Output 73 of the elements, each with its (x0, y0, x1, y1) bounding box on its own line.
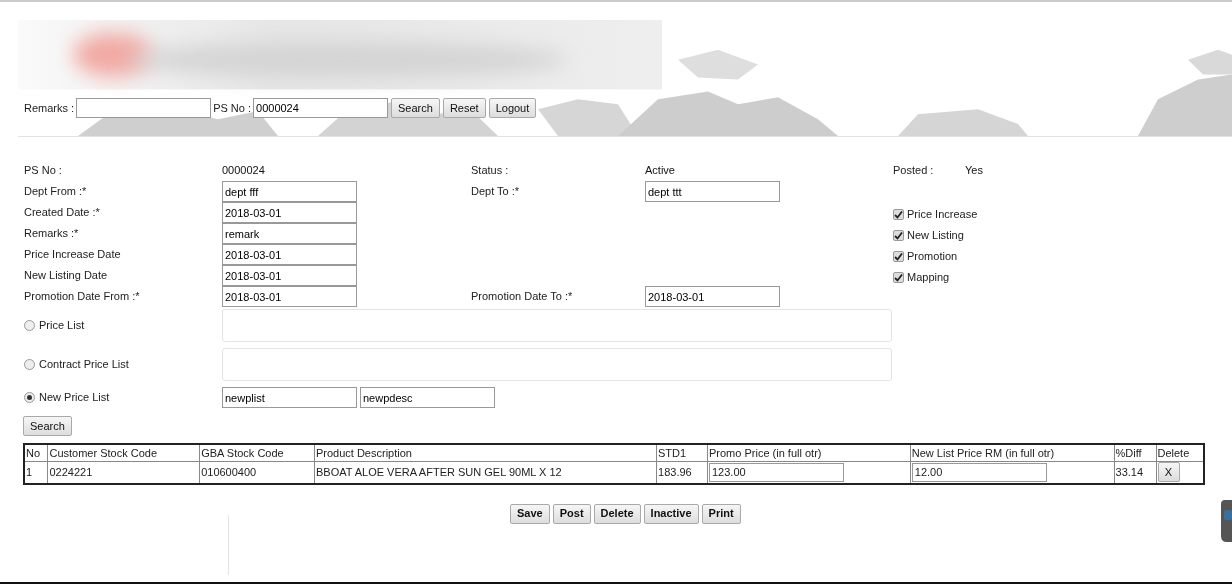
checkbox[interactable] (893, 251, 904, 262)
action-button[interactable]: Delete (593, 503, 641, 524)
delete-row-button[interactable]: X (1157, 462, 1180, 483)
table-cell: 183.96 (656, 461, 708, 484)
column-header: GBA Stock Code (199, 443, 315, 462)
column-header: No (24, 443, 48, 462)
table-cell: 010600400 (199, 461, 315, 484)
checkbox[interactable] (893, 230, 904, 241)
field-label: PS No : (24, 163, 63, 179)
radio-button[interactable] (24, 392, 35, 403)
check-icon (894, 252, 903, 261)
action-button[interactable]: Inactive (643, 503, 699, 524)
check-icon (894, 210, 903, 219)
checkbox[interactable] (893, 209, 904, 220)
checkbox-label: Promotion (907, 249, 958, 265)
action-button[interactable]: Print (701, 503, 741, 524)
column-header: Promo Price (in full otr) (707, 443, 911, 462)
field-label: Dept To :* (471, 184, 521, 200)
price-input[interactable]: 12.00 (911, 462, 1047, 482)
field-label: Created Date :* (24, 205, 101, 221)
column-header: Product Description (314, 443, 657, 462)
column-header: Customer Stock Code (47, 443, 200, 462)
check-icon (894, 231, 903, 240)
field-label: Posted : (893, 163, 935, 179)
table-cell: BBOAT ALOE VERA AFTER SUN GEL 90ML X 12 (314, 461, 657, 484)
table-cell: 0224221 (47, 461, 200, 484)
checkbox[interactable] (893, 272, 904, 283)
input-field[interactable]: 2018-03-01 (222, 202, 357, 223)
input-field[interactable]: newplist (222, 387, 357, 408)
field-label: Promotion Date To :* (471, 289, 574, 305)
field-label: Promotion Date From :* (24, 289, 141, 305)
input-field[interactable]: newpdesc (360, 387, 495, 408)
input-field[interactable]: 2018-03-01 (222, 286, 357, 307)
field-label: Price Increase Date (24, 247, 122, 263)
toolbar-button[interactable]: Reset (442, 98, 486, 118)
radio-label: Price List (39, 318, 85, 334)
radio-button[interactable] (24, 320, 35, 331)
column-header: New List Price RM (in full otr) (910, 443, 1115, 462)
input-field[interactable]: dept ttt (645, 181, 780, 202)
field-label: Dept From :* (24, 184, 88, 200)
field-value: 0000024 (222, 163, 266, 179)
radio-label: Contract Price List (39, 357, 129, 373)
input-field[interactable]: 0000024 (253, 98, 389, 118)
field-label: New Listing Date (24, 268, 109, 284)
action-button[interactable]: Save (510, 503, 550, 524)
table-cell: 33.14 (1114, 461, 1156, 484)
action-button[interactable]: Post (552, 503, 591, 524)
price-input[interactable]: 123.00 (709, 462, 844, 482)
checkbox-label: New Listing (907, 228, 964, 244)
column-header: STD1 (656, 443, 708, 462)
checkbox-label: Mapping (907, 270, 950, 286)
toolbar-button[interactable]: Logout (488, 98, 537, 118)
table-cell: 1 (24, 461, 48, 484)
column-header: %Diff (1114, 443, 1156, 462)
field-label: Status : (471, 163, 510, 179)
radio-label: New Price List (39, 390, 110, 406)
field-value: Yes (965, 163, 984, 179)
field-label: Remarks : (24, 100, 75, 116)
field-label: Remarks :* (24, 226, 80, 242)
toolbar-button[interactable]: Search (391, 98, 440, 118)
input-field[interactable]: 2018-03-01 (645, 286, 780, 307)
input-field[interactable]: remark (222, 223, 357, 244)
check-icon (894, 273, 903, 282)
radio-button[interactable] (24, 359, 35, 370)
input-field[interactable]: 2018-03-01 (222, 265, 357, 286)
field-label: PS No : (213, 100, 252, 116)
input-field[interactable] (76, 98, 212, 118)
input-field[interactable]: 2018-03-01 (222, 244, 357, 265)
field-value: Active (645, 163, 676, 179)
search-button[interactable]: Search (23, 416, 72, 436)
checkbox-label: Price Increase (907, 207, 978, 223)
side-tab-icon (1221, 500, 1232, 542)
input-field[interactable]: dept fff (222, 181, 357, 202)
